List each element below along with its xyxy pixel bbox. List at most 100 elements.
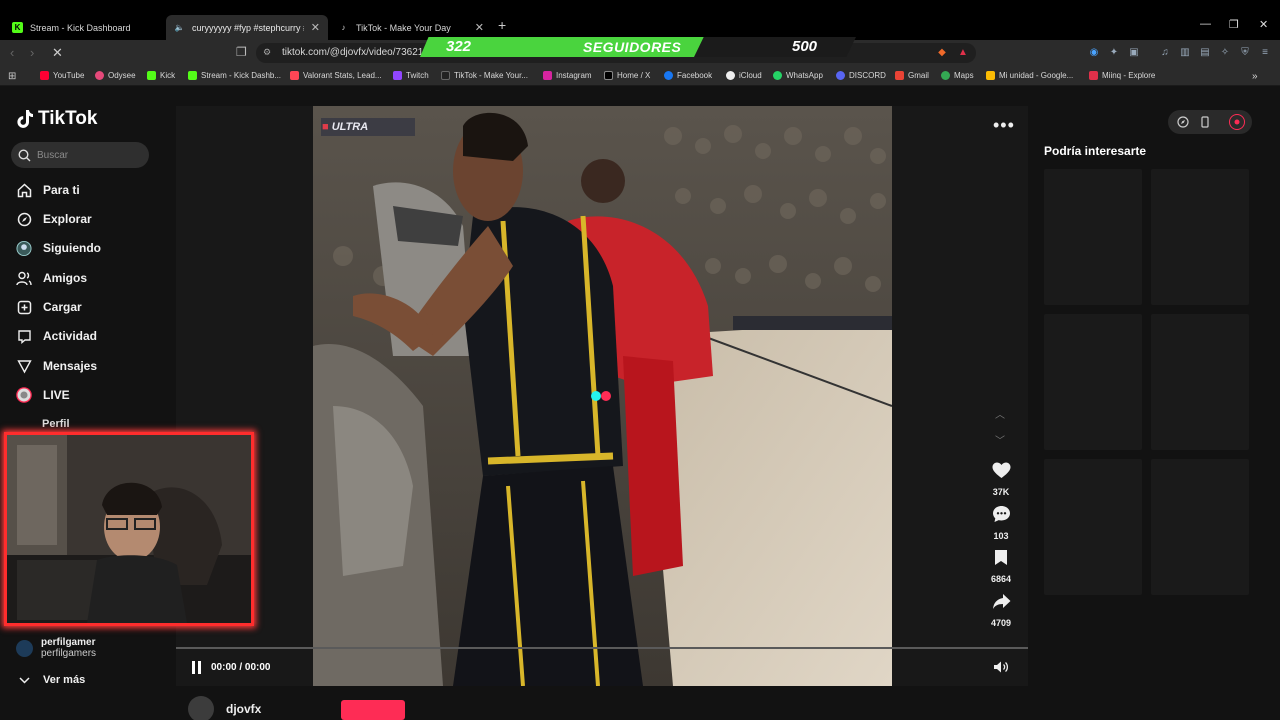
following-user[interactable]: perfilgamer perfilgamers	[16, 637, 96, 659]
bookmark-gmail[interactable]: Gmail	[895, 71, 929, 80]
more-bookmarks-icon[interactable]: »	[1252, 71, 1258, 82]
suggested-video[interactable]	[1151, 314, 1249, 450]
chevron-down-icon	[16, 672, 32, 688]
media-icon[interactable]: ♫	[1159, 46, 1171, 58]
nav-live[interactable]: LIVE	[16, 387, 70, 403]
bookmark-icon[interactable]: ❐	[236, 45, 247, 59]
back-icon[interactable]: ‹	[10, 45, 14, 60]
sound-icon: 🔈	[174, 23, 185, 32]
wallet-icon[interactable]: ◉	[1088, 46, 1100, 58]
bookmark-whatsapp[interactable]: WhatsApp	[773, 71, 823, 80]
nav-actividad[interactable]: Actividad	[16, 328, 97, 344]
bookmark-miinq[interactable]: Miinq - Explore	[1089, 71, 1155, 80]
friends-icon	[16, 270, 32, 286]
nav-cargar[interactable]: Cargar	[16, 299, 82, 315]
brave-shield-icon[interactable]: ◆	[936, 46, 948, 58]
extensions-icon[interactable]: ✦	[1108, 46, 1120, 58]
tab-kick-dashboard[interactable]: K Stream - Kick Dashboard	[4, 15, 166, 40]
search-input[interactable]	[37, 146, 142, 164]
pause-icon[interactable]	[191, 661, 203, 674]
site-info-icon[interactable]: ⚙	[263, 47, 271, 58]
bookmark-valorant[interactable]: Valorant Stats, Lead...	[290, 71, 382, 80]
next-video-icon[interactable]: ﹀	[995, 432, 1005, 447]
apps-icon[interactable]: ⊞	[8, 71, 16, 82]
compass-icon[interactable]	[1177, 116, 1189, 128]
bookmark-kick[interactable]: Kick	[147, 71, 175, 80]
user-handle: perfilgamers	[41, 648, 97, 659]
stop-loading-icon[interactable]: ✕	[52, 45, 63, 61]
volume-icon[interactable]	[993, 660, 1009, 674]
save-button[interactable]: 6864	[986, 549, 1016, 584]
suggested-video[interactable]	[1044, 314, 1142, 450]
video-progress-bar[interactable]	[176, 647, 1028, 649]
like-count: 37K	[992, 487, 1010, 497]
rewards-icon[interactable]: ▲	[957, 46, 969, 58]
screenshot-icon[interactable]: ▣	[1128, 46, 1140, 58]
nav-explorar[interactable]: Explorar	[16, 211, 92, 227]
forward-icon[interactable]: ›	[30, 45, 34, 60]
video-author[interactable]: djovfx	[188, 696, 261, 720]
save-count: 6864	[990, 574, 1012, 584]
loading-icon	[591, 391, 611, 401]
nav-para-ti[interactable]: Para ti	[16, 182, 80, 198]
suggested-video[interactable]	[1044, 169, 1142, 305]
brand-watermark: ■ ULTRA	[322, 121, 369, 133]
wallet2-icon[interactable]: ▤	[1199, 46, 1211, 58]
vpn-icon[interactable]: ⛨	[1239, 46, 1251, 58]
suggested-video[interactable]	[1151, 459, 1249, 595]
avatar	[16, 639, 33, 657]
close-tab-icon[interactable]: ✕	[311, 21, 320, 34]
search-icon[interactable]	[18, 149, 31, 162]
profile-avatar-icon[interactable]	[1229, 114, 1245, 130]
ai-icon[interactable]: ✧	[1219, 46, 1231, 58]
comment-count: 103	[993, 531, 1009, 541]
comment-button[interactable]: 103	[986, 505, 1016, 541]
device-icon[interactable]	[1199, 116, 1211, 128]
bookmark-maps[interactable]: Maps	[941, 71, 974, 80]
tiktok-icon: ♪	[341, 23, 346, 32]
tiktok-logo[interactable]: TikTok	[16, 108, 97, 130]
comment-icon	[992, 506, 1010, 522]
bookmark-twitch[interactable]: Twitch	[393, 71, 429, 80]
minimize-icon[interactable]: —	[1200, 18, 1211, 30]
kick-icon: K	[12, 22, 23, 33]
suggested-video[interactable]	[1151, 169, 1249, 305]
close-tab-icon[interactable]: ✕	[475, 21, 484, 34]
sidebar-icon[interactable]: ▥	[1179, 46, 1191, 58]
tab-title: curyyyyyy #fyp #stephcurry #nb	[192, 22, 304, 33]
follower-label: SEGUIDORES	[583, 39, 682, 55]
suggested-video[interactable]	[1044, 459, 1142, 595]
nav-siguiendo[interactable]: Siguiendo	[16, 240, 101, 256]
more-options-icon[interactable]: •••	[993, 115, 1015, 136]
menu-icon[interactable]: ≡	[1259, 46, 1271, 58]
nav-mensajes[interactable]: Mensajes	[16, 358, 97, 374]
close-window-icon[interactable]: ✕	[1259, 18, 1268, 31]
bookmark-facebook[interactable]: Facebook	[664, 71, 712, 80]
follower-goal: 500	[792, 38, 818, 55]
bookmark-kick-dashboard[interactable]: Stream - Kick Dashb...	[188, 71, 281, 80]
nav-amigos[interactable]: Amigos	[16, 270, 87, 286]
new-tab-icon[interactable]: +	[498, 17, 506, 33]
tab-curry-video[interactable]: 🔈 curyyyyyy #fyp #stephcurry #nb ✕	[166, 15, 328, 40]
bookmark-youtube[interactable]: YouTube	[40, 71, 84, 80]
bookmark-x[interactable]: Home / X	[604, 71, 650, 80]
bookmark-instagram[interactable]: Instagram	[543, 71, 592, 80]
bookmark-google-drive[interactable]: Mi unidad - Google...	[986, 71, 1073, 80]
previous-video-icon[interactable]: ︿	[995, 406, 1005, 421]
share-count: 4709	[990, 618, 1012, 628]
nav-perfil[interactable]: Perfil	[42, 418, 70, 430]
tab-title: TikTok - Make Your Day	[356, 22, 451, 33]
see-more-button[interactable]: Ver más	[16, 672, 85, 688]
logo-text: TikTok	[38, 108, 98, 129]
like-button[interactable]: 37K	[986, 462, 1016, 497]
maximize-icon[interactable]: ❐	[1229, 18, 1239, 31]
heart-icon	[992, 462, 1010, 478]
bookmark-odysee[interactable]: Odysee	[95, 71, 136, 80]
bookmark-discord[interactable]: DISCORD	[836, 71, 886, 80]
follow-button[interactable]	[341, 700, 405, 720]
share-button[interactable]: 4709	[986, 593, 1016, 628]
bookmark-icloud[interactable]: iCloud	[726, 71, 762, 80]
avatar	[188, 696, 214, 720]
webcam-feed	[7, 435, 251, 623]
bookmark-tiktok[interactable]: TikTok - Make Your...	[441, 71, 528, 80]
